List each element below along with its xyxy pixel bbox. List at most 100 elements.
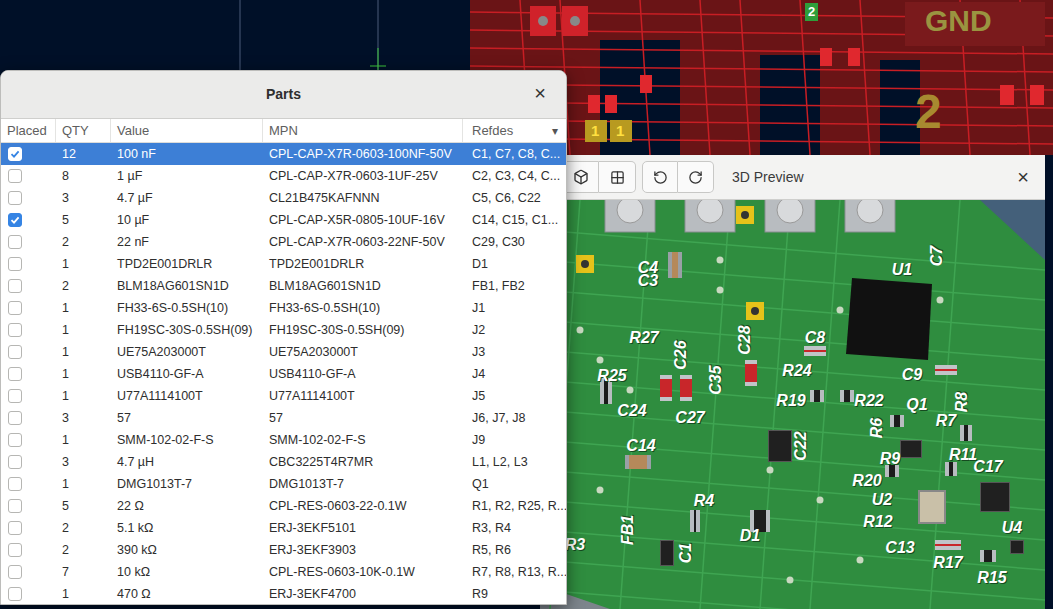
table-row[interactable]: 1DMG1013T-7DMG1013T-7Q1 (1, 473, 566, 495)
qty-cell: 7 (56, 563, 111, 582)
placed-checkbox[interactable] (8, 411, 22, 425)
column-header[interactable]: Placed (1, 119, 56, 142)
qty-cell: 3 (56, 409, 111, 428)
table-row[interactable]: 1TPD2E001DRLRTPD2E001DRLRD1 (1, 253, 566, 275)
board-component (690, 510, 700, 532)
reference-label: FB1 (620, 515, 636, 545)
mpn-cell: CPL-RES-0603-10K-0.1W (263, 563, 463, 582)
placed-checkbox[interactable] (8, 565, 22, 579)
placed-checkbox[interactable] (8, 499, 22, 513)
placed-checkbox[interactable] (8, 389, 22, 403)
rotate-left-button[interactable] (642, 161, 678, 193)
placed-checkbox[interactable] (8, 257, 22, 271)
placed-checkbox[interactable] (8, 235, 22, 249)
refdes-cell: L1, L2, L3 (463, 453, 566, 472)
refdes-cell: J6, J7, J8 (463, 409, 566, 428)
close-button[interactable]: × (1013, 167, 1033, 187)
column-header[interactable]: QTY (56, 119, 111, 142)
placed-checkbox[interactable] (8, 455, 22, 469)
placed-checkbox[interactable] (8, 301, 22, 315)
placed-checkbox[interactable] (8, 191, 22, 205)
table-row[interactable]: 34.7 µHCBC3225T4R7MRL1, L2, L3 (1, 451, 566, 473)
reference-label: R17 (933, 555, 962, 571)
board-3d-view[interactable]: C4C3U1C7C28R27C26C8R25C35R24C9C24C27R19R… (540, 200, 1045, 609)
value-cell: USB4110-GF-A (111, 365, 263, 384)
board-component (668, 252, 682, 278)
table-row[interactable]: 222 nFCPL-CAP-X7R-0603-22NF-50VC29, C30 (1, 231, 566, 253)
table-row[interactable]: 2390 kΩERJ-3EKF3903R5, R6 (1, 539, 566, 561)
column-header[interactable]: Value (111, 119, 263, 142)
placed-checkbox[interactable] (8, 213, 22, 227)
grid-button[interactable] (599, 161, 636, 193)
table-row[interactable]: 1SMM-102-02-F-SSMM-102-02-F-SJ9 (1, 429, 566, 451)
view-3d-button[interactable] (562, 161, 599, 193)
refdes-cell: J3 (463, 343, 566, 362)
value-cell: 100 nF (111, 145, 263, 164)
placed-checkbox[interactable] (8, 323, 22, 337)
table-row[interactable]: 1FH33-6S-0.5SH(10)FH33-6S-0.5SH(10)J1 (1, 297, 566, 319)
table-row[interactable]: 710 kΩCPL-RES-0603-10K-0.1WR7, R8, R13, … (1, 561, 566, 583)
placed-checkbox[interactable] (8, 543, 22, 557)
mpn-cell: ERJ-3EKF4700 (263, 585, 463, 604)
refdes-cell: Q1 (463, 475, 566, 494)
value-cell: 5.1 kΩ (111, 519, 263, 538)
reference-label: R24 (782, 363, 811, 379)
mpn-cell: 57 (263, 409, 463, 428)
value-cell: BLM18AG601SN1D (111, 277, 263, 296)
reference-label: R11 (949, 447, 977, 463)
placed-checkbox[interactable] (8, 521, 22, 535)
table-row[interactable]: 1470 ΩERJ-3EKF4700R9 (1, 583, 566, 604)
placed-checkbox[interactable] (8, 587, 22, 601)
reference-label: R8 (954, 392, 970, 412)
refdes-cell: C29, C30 (463, 233, 566, 252)
refdes-cell: C1, C7, C8, C... (463, 145, 566, 164)
refdes-cell: C2, C3, C4, C... (463, 167, 566, 186)
qty-cell: 1 (56, 475, 111, 494)
qty-cell: 1 (56, 255, 111, 274)
mpn-cell: DMG1013T-7 (263, 475, 463, 494)
value-cell: 4.7 µH (111, 453, 263, 472)
reference-label: C13 (885, 540, 914, 556)
refdes-cell: C5, C6, C22 (463, 189, 566, 208)
table-row[interactable]: 34.7 µFCL21B475KAFNNNC5, C6, C22 (1, 187, 566, 209)
column-header[interactable]: Refdes▾ (463, 119, 566, 142)
table-row[interactable]: 522 ΩCPL-RES-0603-22-0.1WR1, R2, R25, R.… (1, 495, 566, 517)
refdes-cell: FB1, FB2 (463, 277, 566, 296)
reference-label: C35 (708, 365, 724, 394)
placed-checkbox[interactable] (8, 367, 22, 381)
placed-checkbox[interactable] (8, 279, 22, 293)
table-row[interactable]: 25.1 kΩERJ-3EKF5101R3, R4 (1, 517, 566, 539)
refdes-cell: J5 (463, 387, 566, 406)
mpn-cell: CPL-CAP-X5R-0805-10UF-16V (263, 211, 463, 230)
table-row[interactable]: 12100 nFCPL-CAP-X7R-0603-100NF-50VC1, C7… (1, 143, 566, 165)
table-row[interactable]: 1UE75A203000TUE75A203000TJ3 (1, 341, 566, 363)
reference-label: D1 (740, 528, 760, 544)
check-icon (10, 149, 20, 159)
table-row[interactable]: 1FH19SC-30S-0.5SH(09)FH19SC-30S-0.5SH(09… (1, 319, 566, 341)
table-row[interactable]: 1U77A1114100TU77A1114100TJ5 (1, 385, 566, 407)
value-cell: 22 nF (111, 233, 263, 252)
column-header[interactable]: MPN (263, 119, 463, 142)
placed-checkbox[interactable] (8, 345, 22, 359)
value-cell: UE75A203000T (111, 343, 263, 362)
dialog-titlebar: Parts× (1, 71, 566, 119)
placed-checkbox[interactable] (8, 147, 22, 161)
board-component (918, 490, 946, 524)
table-row[interactable]: 81 µFCPL-CAP-X7R-0603-1UF-25VC2, C3, C4,… (1, 165, 566, 187)
mpn-cell: CPL-CAP-X7R-0603-1UF-25V (263, 167, 463, 186)
board-component (745, 360, 757, 386)
parts-dialog[interactable]: Parts×PlacedQTYValueMPNRefdes▾12100 nFCP… (0, 70, 567, 605)
rotate-right-button[interactable] (678, 161, 714, 193)
placed-checkbox[interactable] (8, 433, 22, 447)
mpn-cell: SMM-102-02-F-S (263, 431, 463, 450)
table-row[interactable]: 1USB4110-GF-AUSB4110-GF-AJ4 (1, 363, 566, 385)
placed-checkbox[interactable] (8, 477, 22, 491)
parts-table: 12100 nFCPL-CAP-X7R-0603-100NF-50VC1, C7… (1, 143, 566, 604)
table-row[interactable]: 510 µFCPL-CAP-X5R-0805-10UF-16VC14, C15,… (1, 209, 566, 231)
close-button[interactable]: × (530, 83, 550, 103)
refdes-cell: R3, R4 (463, 519, 566, 538)
preview-window[interactable]: 3D Preview×C4C3U1C7C28R27C26C8R25C35R24C… (540, 155, 1045, 609)
table-row[interactable]: 2BLM18AG601SN1DBLM18AG601SN1DFB1, FB2 (1, 275, 566, 297)
placed-checkbox[interactable] (8, 169, 22, 183)
table-row[interactable]: 35757J6, J7, J8 (1, 407, 566, 429)
